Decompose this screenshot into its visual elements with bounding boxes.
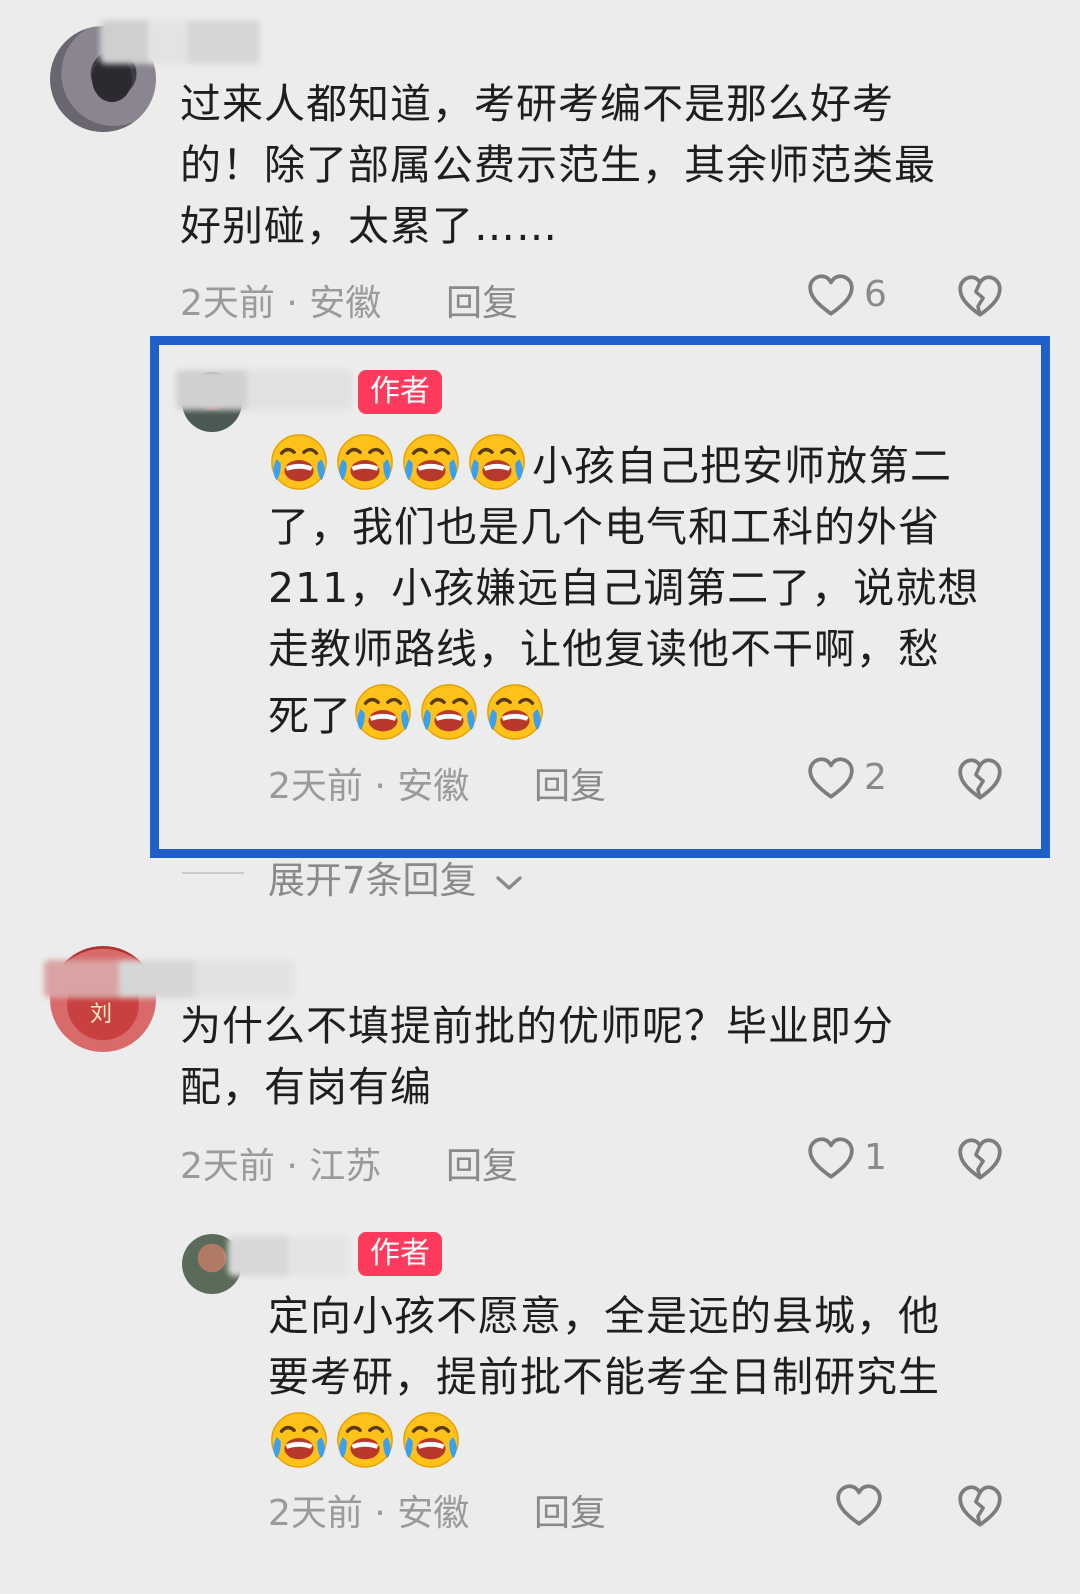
broken-heart-icon[interactable] [955, 1481, 1005, 1531]
comment-location: 安徽 [309, 283, 382, 324]
reply-button[interactable]: 回复 [446, 274, 518, 326]
reply-location: 安徽 [397, 766, 470, 807]
crying-laughing-emoji [352, 680, 414, 742]
crying-laughing-emoji [334, 1408, 396, 1470]
reply-button[interactable]: 回复 [534, 1484, 606, 1536]
reply-text: 小孩自己把安师放第二 了，我们也是几个电气和工科的外省 211，小孩嫌远自己调第… [268, 430, 1028, 747]
comment-text: 过来人都知道，考研考编不是那么好考 的！除了部属公费示范生，其余师范类最 好别碰… [180, 74, 1040, 257]
reply-line-text: 小孩自己把安师放第二 [532, 442, 952, 490]
broken-heart-icon[interactable] [955, 754, 1005, 804]
heart-icon[interactable] [806, 271, 856, 321]
reply-line: 走教师路线，让他复读他不干啊，愁 [268, 625, 940, 673]
reply-button[interactable]: 回复 [446, 1137, 518, 1189]
like-count: 2 [864, 757, 887, 798]
meta-separator: · [286, 283, 310, 324]
username-blurred[interactable] [100, 20, 260, 64]
reply-meta: 2天前 · 安徽 [268, 1484, 469, 1536]
author-badge: 作者 [358, 1232, 442, 1276]
reply-line: 211，小孩嫌远自己调第二了，说就想 [268, 564, 980, 612]
comment-time: 2天前 [180, 283, 275, 324]
comment-line: 为什么不填提前批的优师呢？毕业即分 [180, 1002, 894, 1050]
like-count: 1 [864, 1137, 887, 1178]
crying-laughing-emoji [400, 1408, 462, 1470]
reply-line: 定向小孩不愿意，全是远的县城，他 [268, 1292, 940, 1340]
crying-laughing-emoji [268, 430, 330, 492]
comment-line: 过来人都知道，考研考编不是那么好考 [180, 80, 894, 128]
meta-separator: · [286, 1146, 310, 1187]
reply-time: 2天前 [268, 1493, 363, 1534]
comment-meta: 2天前 · 江苏 [180, 1137, 381, 1189]
comment-line: 的！除了部属公费示范生，其余师范类最 [180, 141, 936, 189]
author-badge: 作者 [358, 370, 442, 414]
crying-laughing-emoji [466, 430, 528, 492]
meta-separator: · [374, 766, 398, 807]
reply-text: 定向小孩不愿意，全是远的县城，他 要考研，提前批不能考全日制研究生 [268, 1286, 1028, 1475]
comment-location: 江苏 [309, 1146, 382, 1187]
crying-laughing-emoji [334, 430, 396, 492]
comment-line: 配，有岗有编 [180, 1063, 432, 1111]
crying-laughing-emoji [484, 680, 546, 742]
crying-laughing-emoji [418, 680, 480, 742]
reply-line-text: 死了 [268, 692, 352, 740]
crying-laughing-emoji [268, 1408, 330, 1470]
heart-icon[interactable] [806, 754, 856, 804]
expand-replies-button[interactable]: 展开7条回复 [268, 850, 524, 904]
heart-icon[interactable] [806, 1134, 856, 1184]
avatar-label: 刘 [90, 1002, 113, 1027]
meta-separator: · [374, 1493, 398, 1534]
expand-label: 展开7条回复 [268, 859, 477, 902]
reply-line: 要考研，提前批不能考全日制研究生 [268, 1353, 940, 1401]
comment-line: 好别碰，太累了…… [180, 202, 558, 250]
like-count: 6 [864, 274, 887, 315]
reply-time: 2天前 [268, 766, 363, 807]
reply-line: 死了 [268, 680, 1028, 747]
broken-heart-icon[interactable] [955, 271, 1005, 321]
reply-line: 了，我们也是几个电气和工科的外省 [268, 503, 940, 551]
reply-line [268, 1408, 1028, 1475]
comment-text: 为什么不填提前批的优师呢？毕业即分 配，有岗有编 [180, 996, 1040, 1118]
username-blurred[interactable] [44, 960, 294, 998]
broken-heart-icon[interactable] [955, 1134, 1005, 1184]
chevron-down-icon [496, 875, 523, 890]
reply-button[interactable]: 回复 [534, 757, 606, 809]
reply-line: 小孩自己把安师放第二 [268, 430, 1028, 497]
comment-time: 2天前 [180, 1146, 275, 1187]
reply-location: 安徽 [397, 1493, 470, 1534]
username-blurred[interactable] [228, 1236, 348, 1276]
username-blurred[interactable] [176, 370, 352, 410]
expand-divider [182, 872, 244, 874]
reply-meta: 2天前 · 安徽 [268, 757, 469, 809]
heart-icon[interactable] [834, 1481, 884, 1531]
comment-meta: 2天前 · 安徽 [180, 274, 381, 326]
crying-laughing-emoji [400, 430, 462, 492]
